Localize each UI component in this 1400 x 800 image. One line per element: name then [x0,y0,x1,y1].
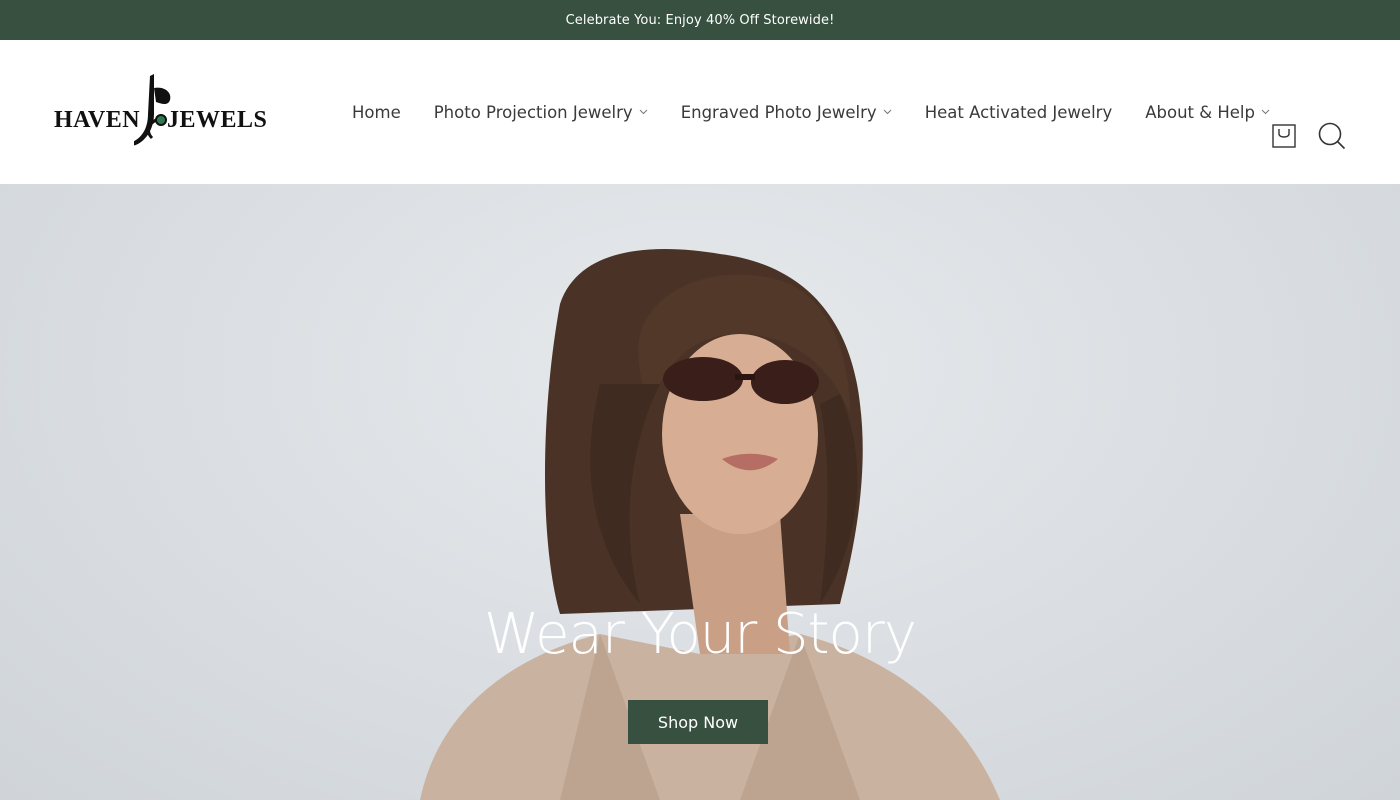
nav-item-label: Home [352,102,401,122]
nav-item-home[interactable]: Home [352,103,401,122]
nav-item-label: Engraved Photo Jewelry [680,102,877,122]
logo[interactable]: HAVEN JEWELS [54,74,286,150]
chevron-down-icon [639,109,648,115]
chevron-down-icon [883,109,892,115]
hero-title: Wear Your Story [484,602,917,667]
announcement-bar: Celebrate You: Enjoy 40% Off Storewide! [0,0,1400,40]
hero-banner: Wear Your Story Shop Now [0,184,1400,800]
nav-item-heat-activated[interactable]: Heat Activated Jewelry [925,103,1113,122]
main-nav: Home Photo Projection Jewelry Engraved P… [352,40,1303,184]
shop-now-button[interactable]: Shop Now [628,700,768,744]
site-header: HAVEN JEWELS Home Photo Projection Jewel… [0,40,1400,184]
nav-item-label: Heat Activated Jewelry [924,102,1113,122]
logo-text-right: JEWELS [167,107,268,133]
nav-item-photo-projection[interactable]: Photo Projection Jewelry [434,103,648,122]
logo-text-left: HAVEN [54,107,141,133]
header-icons [1272,122,1346,150]
nav-item-label: About & Help [1145,102,1255,122]
nav-item-label: Photo Projection Jewelry [433,102,633,122]
shopping-bag-icon[interactable] [1272,123,1296,149]
chevron-down-icon [1261,109,1270,115]
nav-item-engraved-photo[interactable]: Engraved Photo Jewelry [681,103,892,122]
announcement-text: Celebrate You: Enjoy 40% Off Storewide! [565,12,835,28]
search-icon[interactable] [1318,122,1346,150]
nav-item-about-help[interactable]: About & Help [1145,103,1270,122]
